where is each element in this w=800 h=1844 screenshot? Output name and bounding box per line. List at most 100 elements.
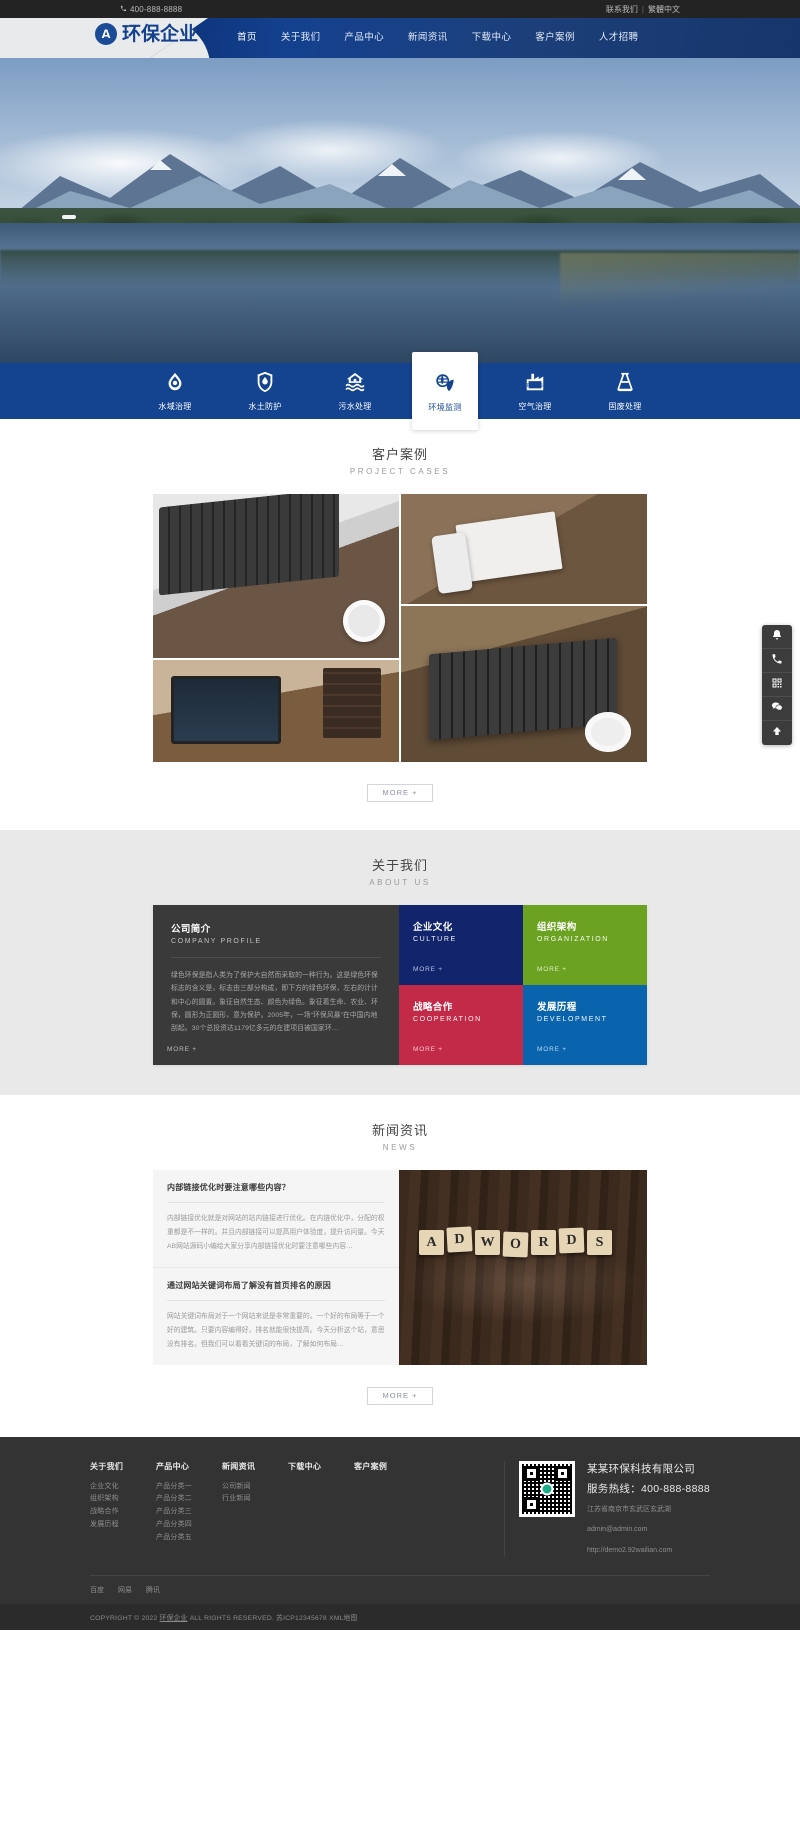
notification-button[interactable] xyxy=(762,625,792,649)
footer-column-products: 产品中心 产品分类一 产品分类二 产品分类三 产品分类四 产品分类五 xyxy=(156,1461,222,1558)
footer-link[interactable]: 产品分类二 xyxy=(156,1493,222,1506)
flask-icon xyxy=(614,371,636,398)
scrabble-tile: R xyxy=(531,1230,556,1255)
tile-more-button[interactable]: MORE + xyxy=(413,966,443,973)
logo-text: 环保企业 xyxy=(122,23,199,45)
wechat-button[interactable] xyxy=(762,697,792,721)
footer-column-heading[interactable]: 客户案例 xyxy=(354,1461,420,1472)
nav-item-news[interactable]: 新闻资讯 xyxy=(396,18,460,58)
footer-column-heading[interactable]: 关于我们 xyxy=(90,1461,156,1472)
hero-banner[interactable] xyxy=(0,58,800,363)
qr-eye xyxy=(524,1496,539,1512)
scrabble-tile: S xyxy=(587,1230,612,1255)
footer-link[interactable]: 发展历程 xyxy=(90,1519,156,1532)
tile-more-button[interactable]: MORE + xyxy=(537,966,567,973)
footer-link[interactable]: 公司新闻 xyxy=(222,1481,288,1494)
service-item-soil-protection[interactable]: 水土防护 xyxy=(232,363,298,419)
footer-link[interactable]: 战略合作 xyxy=(90,1506,156,1519)
footer-column-cases: 客户案例 xyxy=(354,1461,420,1558)
case-photo-workstation[interactable] xyxy=(153,660,399,762)
news-item-title[interactable]: 内部链接优化时要注意哪些内容？ xyxy=(167,1182,385,1193)
company-hotline: 服务热线：400-888-8888 xyxy=(587,1482,710,1495)
footer-link[interactable]: 产品分类三 xyxy=(156,1506,222,1519)
nav-item-downloads[interactable]: 下载中心 xyxy=(460,18,524,58)
tile-more-button[interactable]: MORE + xyxy=(413,1046,443,1053)
case-photo-phone-notebook[interactable] xyxy=(401,494,647,604)
footer-column-heading[interactable]: 产品中心 xyxy=(156,1461,222,1472)
qrcode-button[interactable] xyxy=(762,673,792,697)
qr-eye xyxy=(555,1465,570,1481)
footer-company-info: 某某环保科技有限公司 服务热线：400-888-8888 江苏省南京市玄武区玄武… xyxy=(587,1461,710,1558)
profile-more-button[interactable]: MORE + xyxy=(167,1046,197,1053)
tile-title-cn: 战略合作 xyxy=(413,1002,453,1013)
footer-link[interactable]: 产品分类一 xyxy=(156,1481,222,1494)
tile-title-cn: 组织架构 xyxy=(537,922,577,933)
news-featured-image[interactable]: A D W O R D S xyxy=(399,1170,647,1365)
nav-item-careers[interactable]: 人才招聘 xyxy=(587,18,651,58)
service-item-environment-monitoring[interactable]: 环境监测 xyxy=(412,352,478,430)
footer-link[interactable]: 产品分类五 xyxy=(156,1532,222,1545)
cases-more-button[interactable]: MORE + xyxy=(367,784,433,802)
nav-item-home[interactable]: 首页 xyxy=(225,18,269,58)
partner-link-baidu[interactable]: 百度 xyxy=(90,1585,104,1595)
about-tile-organization[interactable]: 组织架构 ORGANIZATION MORE + xyxy=(523,905,647,985)
about-tile-development[interactable]: 发展历程 DEVELOPMENT MORE + xyxy=(523,985,647,1065)
nav-item-products[interactable]: 产品中心 xyxy=(332,18,396,58)
about-title-cn: 关于我们 xyxy=(371,858,428,873)
copyright-company-link[interactable]: 环保企业 xyxy=(159,1615,187,1622)
service-item-air-management[interactable]: PM2.5 空气治理 xyxy=(502,363,568,419)
about-tile-cooperation[interactable]: 战略合作 COOPERATION MORE + xyxy=(399,985,523,1065)
about-title-en: ABOUT US xyxy=(369,878,431,887)
news-section-title: 新闻资讯 NEWS xyxy=(0,1095,800,1170)
footer-link[interactable]: 企业文化 xyxy=(90,1481,156,1494)
bell-icon xyxy=(771,628,783,646)
news-more-button[interactable]: MORE + xyxy=(367,1386,433,1405)
about-tile-culture[interactable]: 企业文化 CULTURE MORE + xyxy=(399,905,523,985)
service-label: 固废处理 xyxy=(608,401,642,411)
topbar-contact-link[interactable]: 联系我们 xyxy=(606,4,638,15)
news-item-summary: 内部链接优化就是对网站的站内链接进行优化。在内链优化中，分配的权重都是不一样的。… xyxy=(167,1215,385,1250)
case-photo-keyboard-notebook[interactable] xyxy=(153,494,399,658)
topbar-separator: | xyxy=(641,4,644,14)
partner-link-netease[interactable]: 网易 xyxy=(118,1585,132,1595)
cases-section: 客户案例 PROJECT CASES MORE + xyxy=(0,419,800,830)
nav-item-about[interactable]: 关于我们 xyxy=(269,18,333,58)
company-address: 江苏省南京市玄武区玄武湖 xyxy=(587,1505,671,1513)
footer-link[interactable]: 组织架构 xyxy=(90,1493,156,1506)
tile-title-cn: 发展历程 xyxy=(537,1002,577,1013)
partner-link-tencent[interactable]: 腾讯 xyxy=(146,1585,160,1595)
news-title-en: NEWS xyxy=(382,1143,418,1152)
footer-link[interactable]: 产品分类四 xyxy=(156,1519,222,1532)
wechat-icon xyxy=(540,1482,554,1496)
service-item-water-management[interactable]: 水域治理 xyxy=(142,363,208,419)
back-to-top-button[interactable] xyxy=(762,721,792,745)
footer-column-heading[interactable]: 新闻资讯 xyxy=(222,1461,288,1472)
site-logo[interactable]: A 环保企业 xyxy=(95,23,198,45)
service-item-sewage-treatment[interactable]: 污水处理 xyxy=(322,363,388,419)
qr-pixels xyxy=(522,1463,572,1514)
nav-item-cases[interactable]: 客户案例 xyxy=(523,18,587,58)
about-company-profile[interactable]: 公司简介 COMPANY PROFILE 绿色环保是指人类为了保护大自然而采取的… xyxy=(153,905,399,1065)
topbar-phone-text: 400-888-8888 xyxy=(130,4,183,14)
service-item-solid-waste[interactable]: 固废处理 xyxy=(592,363,658,419)
footer-column-heading[interactable]: 下载中心 xyxy=(288,1461,354,1472)
topbar-language-link[interactable]: 繁體中文 xyxy=(648,4,680,15)
news-title-cn: 新闻资讯 xyxy=(371,1123,428,1138)
arrow-up-icon xyxy=(771,724,783,742)
topbar: 400-888-8888 联系我们 | 繁體中文 xyxy=(0,0,800,18)
news-item-divider xyxy=(167,1299,385,1301)
news-item-divider xyxy=(167,1202,385,1203)
scrabble-tile: W xyxy=(475,1230,500,1255)
news-list-item[interactable]: 通过网站关键词布局了解没有首页排名的原因 网站关键词布局对于一个网站来说是非常重… xyxy=(153,1268,399,1365)
svg-text:PM2.5: PM2.5 xyxy=(527,383,543,389)
news-list-item[interactable]: 内部链接优化时要注意哪些内容？ 内部链接优化就是对网站的站内链接进行优化。在内链… xyxy=(153,1170,399,1268)
footer-column-news: 新闻资讯 公司新闻 行业新闻 xyxy=(222,1461,288,1558)
case-photo-laptop-desk[interactable] xyxy=(401,606,647,762)
tile-more-button[interactable]: MORE + xyxy=(537,1046,567,1053)
service-label: 污水处理 xyxy=(338,401,372,411)
footer-link[interactable]: 行业新闻 xyxy=(222,1493,288,1506)
call-button[interactable] xyxy=(762,649,792,673)
about-section-title: 关于我们 ABOUT US xyxy=(0,830,800,905)
news-item-title[interactable]: 通过网站关键词布局了解没有首页排名的原因 xyxy=(167,1280,385,1291)
copyright-suffix: ALL RIGHTS RESERVED. 苏ICP12345678 XML地图 xyxy=(187,1615,358,1623)
